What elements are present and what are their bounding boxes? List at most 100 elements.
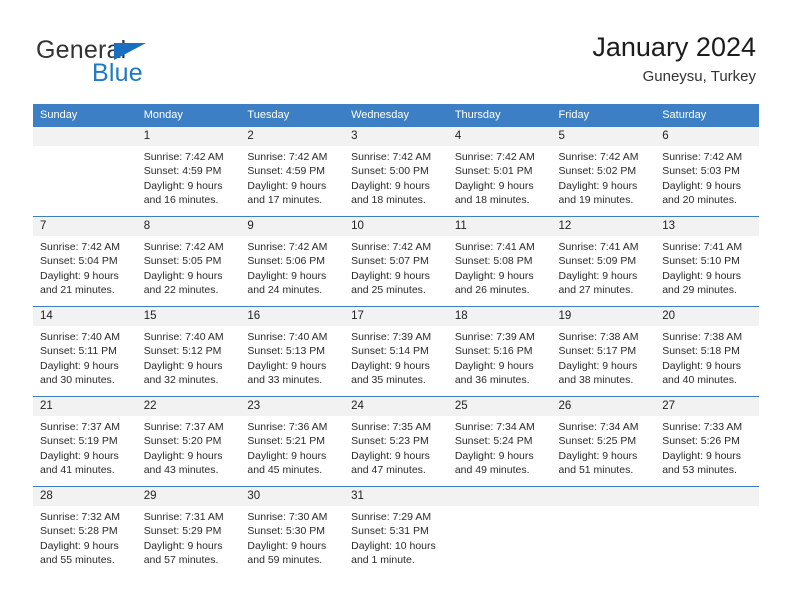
day-cell-content: 19 Sunrise: 7:38 AM Sunset: 5:17 PM Dayligh… — [551, 307, 656, 395]
day-info-line: Sunset: 5:14 PM — [351, 345, 429, 358]
day-number: 11 — [447, 217, 552, 236]
day-info-line: and 47 minutes. — [351, 463, 426, 476]
day-info-line: Daylight: 9 hours — [454, 359, 534, 372]
day-info-line: Sunrise: 7:32 AM — [40, 511, 120, 523]
calendar-day-cell[interactable]: 22 Sunrise: 7:37 AM Sunset: 5:20 PM Dayligh… — [136, 396, 241, 487]
calendar-table: Sunday Monday Tuesday Wednesday Thursday Frid… — [33, 104, 759, 576]
day-cell-content: 29 Sunrise: 7:31 AM Sunset: 5:29 PM Dayligh… — [136, 487, 241, 575]
day-info-line: and 40 minutes. — [662, 373, 737, 386]
day-info-line: and 18 minutes. — [351, 193, 426, 206]
calendar-day-cell[interactable]: 15 Sunrise: 7:40 AM Sunset: 5:12 PM Dayligh… — [136, 306, 241, 397]
calendar-day-cell[interactable]: 27 Sunrise: 7:33 AM Sunset: 5:26 PM Dayligh… — [655, 396, 759, 487]
calendar-day-cell[interactable]: 29 Sunrise: 7:31 AM Sunset: 5:29 PM Dayligh… — [136, 486, 241, 576]
day-sun-info: Sunrise: 7:31 AM Sunset: 5:29 PM Daylight:… — [137, 506, 241, 567]
calendar-day-cell[interactable]: 24 Sunrise: 7:35 AM Sunset: 5:23 PM Dayligh… — [344, 396, 448, 487]
day-info-line: Sunrise: 7:37 AM — [40, 421, 120, 433]
day-cell-content: 13 Sunrise: 7:41 AM Sunset: 5:10 PM Dayligh… — [655, 217, 759, 305]
day-info-line: Sunrise: 7:38 AM — [558, 331, 639, 343]
day-info-line: and 22 minutes. — [143, 283, 219, 296]
calendar-empty-cell — [655, 486, 759, 576]
calendar-day-cell[interactable]: 28 Sunrise: 7:32 AM Sunset: 5:28 PM Dayligh… — [33, 486, 137, 576]
day-sun-info: Sunrise: 7:34 AM Sunset: 5:24 PM Daylight:… — [448, 416, 552, 477]
day-info-line: Sunset: 5:09 PM — [558, 255, 637, 268]
calendar-day-cell[interactable]: 14 Sunrise: 7:40 AM Sunset: 5:11 PM Dayligh… — [33, 306, 137, 397]
day-info-line: Daylight: 9 hours — [143, 359, 223, 372]
calendar-day-cell[interactable]: 4 Sunrise: 7:42 AM Sunset: 5:01 PM Daylight… — [447, 126, 552, 217]
calendar-day-cell[interactable]: 11 Sunrise: 7:41 AM Sunset: 5:08 PM Dayligh… — [447, 216, 552, 307]
day-info-line: Sunset: 5:17 PM — [558, 345, 637, 358]
day-info-line: Daylight: 9 hours — [454, 449, 534, 462]
calendar-day-cell[interactable]: 5 Sunrise: 7:42 AM Sunset: 5:02 PM Daylight… — [551, 126, 656, 217]
day-cell-content: 7 Sunrise: 7:42 AM Sunset: 5:04 PM Daylight… — [33, 217, 137, 305]
day-sun-info: Sunrise: 7:42 AM Sunset: 5:04 PM Daylight:… — [33, 236, 137, 297]
weekday-header-sunday: Sunday — [33, 104, 137, 127]
calendar-empty-cell — [33, 126, 137, 217]
calendar-grid: Sunday Monday Tuesday Wednesday Thursday Frid… — [33, 104, 759, 576]
day-number: 13 — [655, 217, 759, 236]
calendar-day-cell[interactable]: 12 Sunrise: 7:41 AM Sunset: 5:09 PM Dayligh… — [551, 216, 656, 307]
day-sun-info: Sunrise: 7:37 AM Sunset: 5:19 PM Daylight:… — [33, 416, 137, 477]
day-cell-content: 5 Sunrise: 7:42 AM Sunset: 5:02 PM Daylight… — [551, 127, 656, 215]
day-sun-info: Sunrise: 7:41 AM Sunset: 5:10 PM Daylight:… — [655, 236, 759, 297]
calendar-day-cell[interactable]: 18 Sunrise: 7:39 AM Sunset: 5:16 PM Dayligh… — [447, 306, 552, 397]
day-info-line: and 41 minutes. — [40, 463, 115, 476]
day-cell-content: 16 Sunrise: 7:40 AM Sunset: 5:13 PM Dayligh… — [240, 307, 345, 395]
logo-text-blue: Blue — [92, 59, 143, 87]
day-cell-content — [655, 487, 759, 575]
calendar-day-cell[interactable]: 17 Sunrise: 7:39 AM Sunset: 5:14 PM Dayligh… — [344, 306, 448, 397]
day-number: 22 — [136, 397, 241, 416]
page-header: General Blue January 2024 Guneysu, Turke… — [0, 0, 792, 100]
calendar-day-cell[interactable]: 9 Sunrise: 7:42 AM Sunset: 5:06 PM Daylight… — [240, 216, 345, 307]
day-info-line: and 21 minutes. — [40, 283, 115, 296]
day-sun-info: Sunrise: 7:40 AM Sunset: 5:11 PM Daylight:… — [33, 326, 137, 387]
day-number: 23 — [240, 397, 345, 416]
calendar-day-cell[interactable]: 7 Sunrise: 7:42 AM Sunset: 5:04 PM Daylight… — [33, 216, 137, 307]
weekday-header-monday: Monday — [136, 104, 241, 127]
day-sun-info: Sunrise: 7:42 AM Sunset: 5:00 PM Daylight:… — [344, 146, 448, 207]
day-number: 15 — [136, 307, 241, 326]
calendar-day-cell[interactable]: 23 Sunrise: 7:36 AM Sunset: 5:21 PM Dayligh… — [240, 396, 345, 487]
day-info-line: Daylight: 9 hours — [351, 449, 430, 462]
calendar-day-cell[interactable]: 21 Sunrise: 7:37 AM Sunset: 5:19 PM Dayligh… — [33, 396, 137, 487]
day-info-line: and 53 minutes. — [662, 463, 737, 476]
calendar-day-cell[interactable]: 16 Sunrise: 7:40 AM Sunset: 5:13 PM Dayligh… — [240, 306, 345, 397]
calendar-day-cell[interactable]: 19 Sunrise: 7:38 AM Sunset: 5:17 PM Dayligh… — [551, 306, 656, 397]
day-number: 5 — [551, 127, 656, 146]
day-number: 7 — [33, 217, 137, 236]
day-cell-content: 17 Sunrise: 7:39 AM Sunset: 5:14 PM Dayligh… — [344, 307, 448, 395]
calendar-day-cell[interactable]: 31 Sunrise: 7:29 AM Sunset: 5:31 PM Dayligh… — [344, 486, 448, 576]
day-sun-info: Sunrise: 7:37 AM Sunset: 5:20 PM Daylight:… — [137, 416, 241, 477]
day-info-line: Daylight: 9 hours — [247, 179, 327, 192]
calendar-day-cell[interactable]: 1 Sunrise: 7:42 AM Sunset: 4:59 PM Daylight… — [136, 126, 241, 217]
day-info-line: Daylight: 9 hours — [247, 539, 327, 552]
day-sun-info: Sunrise: 7:42 AM Sunset: 4:59 PM Daylight:… — [137, 146, 241, 207]
day-info-line: Daylight: 9 hours — [351, 179, 430, 192]
calendar-day-cell[interactable]: 26 Sunrise: 7:34 AM Sunset: 5:25 PM Dayligh… — [551, 396, 656, 487]
calendar-day-cell[interactable]: 6 Sunrise: 7:42 AM Sunset: 5:03 PM Daylight… — [655, 126, 759, 217]
calendar-day-cell[interactable]: 25 Sunrise: 7:34 AM Sunset: 5:24 PM Dayligh… — [447, 396, 552, 487]
calendar-day-cell[interactable]: 2 Sunrise: 7:42 AM Sunset: 4:59 PM Daylight… — [240, 126, 345, 217]
day-info-line: Sunset: 5:20 PM — [143, 435, 222, 448]
calendar-day-cell[interactable]: 10 Sunrise: 7:42 AM Sunset: 5:07 PM Dayligh… — [344, 216, 448, 307]
day-info-line: and 55 minutes. — [40, 553, 115, 566]
day-info-line: Sunrise: 7:34 AM — [454, 421, 535, 433]
calendar-day-cell[interactable]: 13 Sunrise: 7:41 AM Sunset: 5:10 PM Dayligh… — [655, 216, 759, 307]
day-number: 8 — [136, 217, 241, 236]
day-number — [447, 487, 552, 506]
calendar-day-cell[interactable]: 20 Sunrise: 7:38 AM Sunset: 5:18 PM Dayligh… — [655, 306, 759, 397]
day-number: 29 — [136, 487, 241, 506]
day-info-line: Sunrise: 7:37 AM — [143, 421, 224, 433]
day-sun-info: Sunrise: 7:42 AM Sunset: 5:05 PM Daylight:… — [137, 236, 241, 297]
weekday-header-thursday: Thursday — [447, 104, 552, 127]
calendar-day-cell[interactable]: 8 Sunrise: 7:42 AM Sunset: 5:05 PM Daylight… — [136, 216, 241, 307]
day-info-line: Sunset: 5:08 PM — [454, 255, 533, 268]
day-info-line: Sunrise: 7:42 AM — [662, 151, 743, 163]
calendar-week-row: 7 Sunrise: 7:42 AM Sunset: 5:04 PM Daylight… — [33, 216, 759, 307]
day-sun-info: Sunrise: 7:42 AM Sunset: 4:59 PM Daylight:… — [240, 146, 344, 207]
day-info-line: and 57 minutes. — [143, 553, 219, 566]
calendar-day-cell[interactable]: 30 Sunrise: 7:30 AM Sunset: 5:30 PM Dayligh… — [240, 486, 345, 576]
day-cell-content: 3 Sunrise: 7:42 AM Sunset: 5:00 PM Daylight… — [344, 127, 448, 215]
day-cell-content: 24 Sunrise: 7:35 AM Sunset: 5:23 PM Dayligh… — [344, 397, 448, 485]
calendar-day-cell[interactable]: 3 Sunrise: 7:42 AM Sunset: 5:00 PM Daylight… — [344, 126, 448, 217]
day-info-line: and 43 minutes. — [143, 463, 219, 476]
